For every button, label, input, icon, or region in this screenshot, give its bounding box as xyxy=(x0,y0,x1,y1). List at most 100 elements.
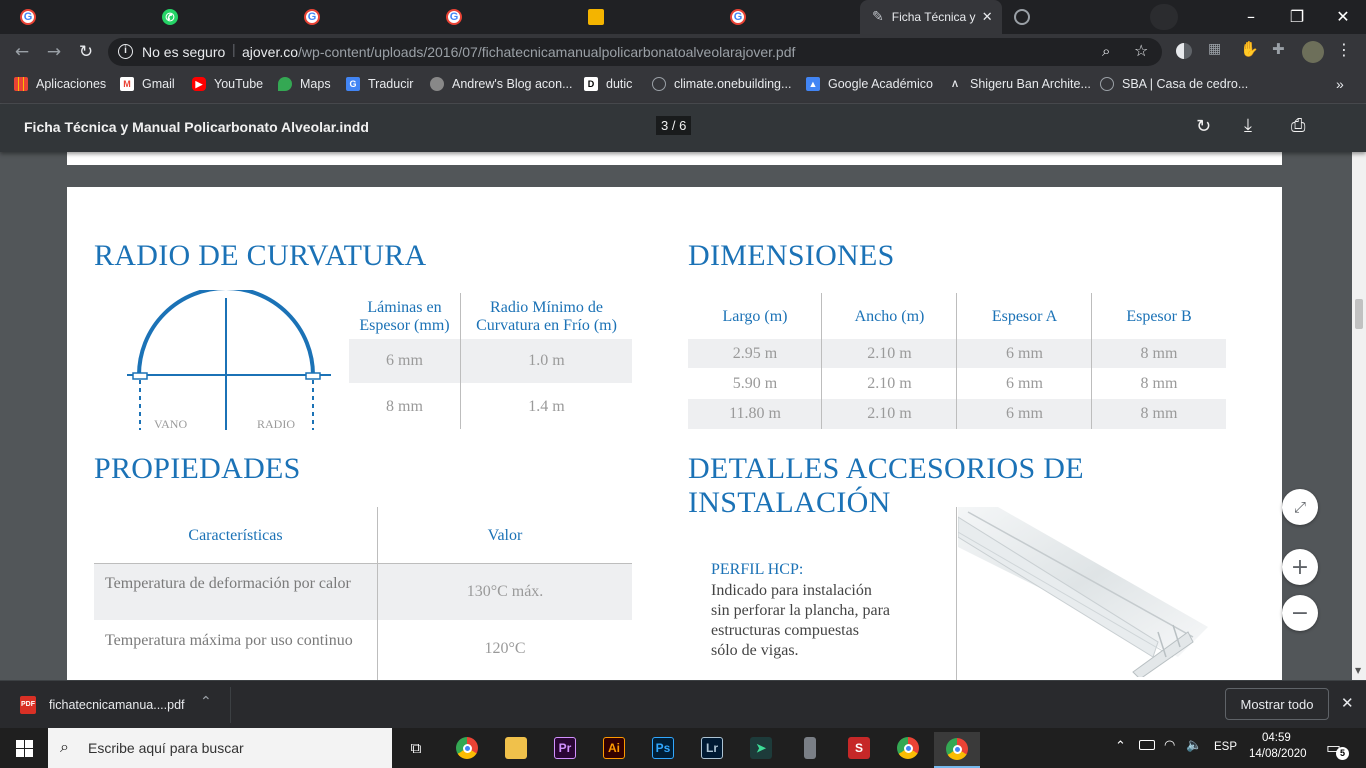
scroll-down-icon[interactable]: ▼ xyxy=(1355,666,1361,675)
print-icon[interactable]: ⎙ xyxy=(1291,115,1305,136)
grid-extension-icon[interactable]: ▦ xyxy=(1208,41,1221,57)
chevron-up-icon[interactable]: ⌃ xyxy=(200,694,212,710)
bookmark-google-academico[interactable]: ▲ Google Académico xyxy=(806,70,933,98)
task-view-button[interactable]: ⧉ xyxy=(398,732,434,764)
volume-icon[interactable]: 🔈 xyxy=(1186,738,1202,753)
forward-button[interactable]: → xyxy=(42,40,66,64)
restore-button[interactable]: ❐ xyxy=(1274,0,1320,32)
bookmark-youtube[interactable]: ▶ YouTube xyxy=(192,70,263,98)
table-cell: 8 mm xyxy=(1140,344,1178,362)
page-total: 6 xyxy=(679,118,687,133)
language-indicator[interactable]: ESP xyxy=(1214,741,1237,753)
perfil-line: estructuras compuestas xyxy=(711,622,859,639)
bookmark-climate[interactable]: climate.onebuilding... xyxy=(652,70,791,98)
taskbar-chrome[interactable] xyxy=(449,732,485,764)
pdf-viewer[interactable]: RADIO DE CURVATURA VANO RADIO Láminas en… xyxy=(0,152,1352,680)
pdf-page: RADIO DE CURVATURA VANO RADIO Láminas en… xyxy=(67,187,1282,680)
taskbar-photoshop[interactable]: Ps xyxy=(645,732,681,764)
divider xyxy=(460,293,461,429)
previous-page-edge xyxy=(67,152,1282,165)
bookmark-star-icon[interactable]: ☆ xyxy=(1134,41,1148,60)
start-button[interactable] xyxy=(6,732,42,764)
tab-active-pdf[interactable]: ✎ Ficha Técnica y ✕ xyxy=(860,0,1002,34)
scroll-thumb[interactable] xyxy=(1355,299,1363,329)
taskbar-app-arrow[interactable]: ➤ xyxy=(743,732,779,764)
page-indicator[interactable]: 3 / 6 xyxy=(656,116,692,135)
close-window-button[interactable]: ✕ xyxy=(1320,0,1366,32)
premiere-icon: Pr xyxy=(554,737,576,759)
globe-icon xyxy=(652,77,666,91)
info-icon[interactable]: i xyxy=(118,44,133,59)
zoom-icon[interactable]: ⌕ xyxy=(1102,42,1110,60)
taskbar-sketchup[interactable]: S xyxy=(841,732,877,764)
tab-globe[interactable] xyxy=(1002,0,1042,34)
bookmark-dutic[interactable]: Ddutic xyxy=(584,70,632,98)
taskbar-lightroom[interactable]: Lr xyxy=(694,732,730,764)
perfil-hcp-image xyxy=(958,507,1208,677)
menu-kebab-icon[interactable]: ⋮ xyxy=(1336,40,1352,59)
battery-icon[interactable] xyxy=(1139,740,1155,750)
table-cell: 1.4 m xyxy=(528,398,565,415)
tab-slides[interactable] xyxy=(576,0,616,34)
extensions-puzzle-icon[interactable]: ✚ xyxy=(1272,40,1285,58)
dim-header-ancho: Ancho (m) xyxy=(854,308,925,325)
show-all-button[interactable]: Mostrar todo xyxy=(1225,688,1329,720)
profile-bubble[interactable] xyxy=(1150,4,1178,30)
bookmark-andrews-blog[interactable]: Andrew's Blog acon... xyxy=(430,70,573,98)
rotate-icon[interactable]: ↻ xyxy=(1196,116,1211,137)
bookmark-aplicaciones[interactable]: Aplicaciones xyxy=(14,70,106,98)
fit-page-button[interactable]: ⤢ xyxy=(1282,489,1318,525)
tab-google-4[interactable]: G xyxy=(718,0,758,34)
bookmarks-overflow-icon[interactable]: » xyxy=(1336,70,1344,98)
tab-google-1[interactable]: G xyxy=(8,0,48,34)
zoom-in-button[interactable]: + xyxy=(1282,549,1318,585)
slides-icon xyxy=(588,9,604,25)
search-box[interactable]: ⌕ Escribe aquí para buscar xyxy=(48,728,392,768)
chrome-icon xyxy=(456,737,478,759)
tab-google-3[interactable]: G xyxy=(434,0,474,34)
close-tab-icon[interactable]: ✕ xyxy=(982,10,993,25)
show-hidden-icons[interactable]: ⌃ xyxy=(1115,739,1126,754)
table-cell: 6 mm xyxy=(386,352,423,369)
table-cell: 5.90 m xyxy=(732,375,778,392)
bookmark-shigeru-ban[interactable]: Λ Shigeru Ban Archite... xyxy=(948,70,1091,98)
download-filename[interactable]: fichatecnicamanua....pdf xyxy=(49,698,185,712)
clock-time[interactable]: 04:59 xyxy=(1262,732,1291,744)
back-button[interactable]: ← xyxy=(10,40,34,64)
folder-icon xyxy=(505,737,527,759)
minimize-button[interactable]: – xyxy=(1228,0,1274,32)
taskbar: ⌕ Escribe aquí para buscar ⧉ Pr Ai Ps Lr… xyxy=(0,728,1366,768)
illustrator-icon: Ai xyxy=(603,737,625,759)
dim-header-espesor-b: Espesor B xyxy=(1126,308,1192,325)
lightroom-icon: Lr xyxy=(701,737,723,759)
download-icon[interactable]: ⤓ xyxy=(1244,115,1252,136)
bookmark-gmail[interactable]: M Gmail xyxy=(120,70,175,98)
google-icon: G xyxy=(730,9,746,25)
clock-date[interactable]: 14/08/2020 xyxy=(1249,748,1307,760)
globe-icon xyxy=(1014,9,1030,25)
taskbar-chrome-active[interactable] xyxy=(934,732,980,768)
hand-extension-icon[interactable]: ✋ xyxy=(1240,40,1259,58)
tab-google-2[interactable]: G xyxy=(292,0,332,34)
scrollbar[interactable]: ▲ ▼ xyxy=(1352,104,1366,680)
zoom-out-button[interactable]: − xyxy=(1282,595,1318,631)
sketchup-icon: S xyxy=(848,737,870,759)
bookmark-traducir[interactable]: G Traducir xyxy=(346,70,413,98)
taskbar-explorer[interactable] xyxy=(498,732,534,764)
avatar[interactable] xyxy=(1302,41,1324,63)
bookmark-maps[interactable]: Maps xyxy=(278,70,331,98)
address-bar[interactable]: i No es seguro | ajover.co/wp-content/up… xyxy=(108,38,1162,66)
reload-button[interactable]: ↻ xyxy=(74,40,98,64)
dark-reader-icon[interactable] xyxy=(1176,43,1192,59)
taskbar-device[interactable] xyxy=(792,732,828,764)
close-shelf-icon[interactable]: ✕ xyxy=(1341,694,1354,712)
pdf-file-icon: PDF xyxy=(20,696,36,714)
pdf-toolbar: Ficha Técnica y Manual Policarbonato Alv… xyxy=(0,104,1366,152)
bookmark-sba-casa[interactable]: SBA | Casa de cedro... xyxy=(1100,70,1248,98)
taskbar-illustrator[interactable]: Ai xyxy=(596,732,632,764)
taskbar-premiere[interactable]: Pr xyxy=(547,732,583,764)
tab-whatsapp[interactable]: ✆ xyxy=(150,0,190,34)
browser-toolbar: ← → ↻ i No es seguro | ajover.co/wp-cont… xyxy=(0,34,1366,70)
taskbar-chrome-2[interactable] xyxy=(890,732,926,764)
wifi-icon[interactable]: ◠ xyxy=(1164,738,1175,753)
